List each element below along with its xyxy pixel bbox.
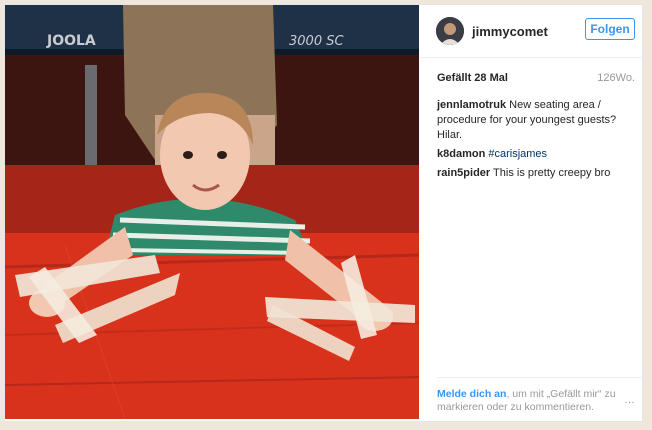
follow-button[interactable]: Folgen	[585, 18, 635, 40]
table-brand-right: 3000 SC	[289, 34, 344, 49]
post-header: jimmycomet Folgen	[420, 5, 642, 58]
post-card: JOOLA 3000 SC jimmycomet Folgen Gefällt …	[4, 4, 643, 422]
comment-item: rain5pider This is pretty creepy bro	[437, 166, 637, 181]
post-footer: Melde dich an, um mit „Gefällt mir“ zu m…	[437, 377, 642, 422]
login-prompt: Melde dich an, um mit „Gefällt mir“ zu m…	[437, 388, 617, 414]
comment-item: jennlamotruk New seating area / procedur…	[437, 98, 637, 143]
post-photo[interactable]: JOOLA 3000 SC	[5, 5, 419, 419]
username-link[interactable]: jimmycomet	[472, 24, 548, 39]
post-sidebar: jimmycomet Folgen Gefällt 28 Mal 126Wo. …	[420, 5, 642, 421]
comment-username[interactable]: jennlamotruk	[437, 99, 506, 111]
login-link[interactable]: Melde dich an	[437, 388, 506, 400]
likes-count[interactable]: Gefällt 28 Mal	[437, 72, 508, 84]
comment-item: k8damon #carisjames	[437, 147, 637, 162]
comment-text: This is pretty creepy bro	[493, 167, 611, 179]
avatar-photo-icon	[436, 17, 464, 45]
comment-hashtag-link[interactable]: #carisjames	[488, 148, 547, 160]
comment-username[interactable]: k8damon	[437, 148, 485, 160]
avatar[interactable]	[436, 17, 464, 45]
post-age[interactable]: 126Wo.	[597, 72, 635, 84]
post-meta: Gefällt 28 Mal 126Wo.	[437, 72, 635, 84]
table-brand-left: JOOLA	[46, 33, 96, 49]
photo-illustration: JOOLA 3000 SC	[5, 5, 419, 419]
comment-list: jennlamotruk New seating area / procedur…	[437, 98, 637, 185]
more-options-icon[interactable]: …	[624, 394, 636, 406]
comment-username[interactable]: rain5pider	[437, 167, 490, 179]
